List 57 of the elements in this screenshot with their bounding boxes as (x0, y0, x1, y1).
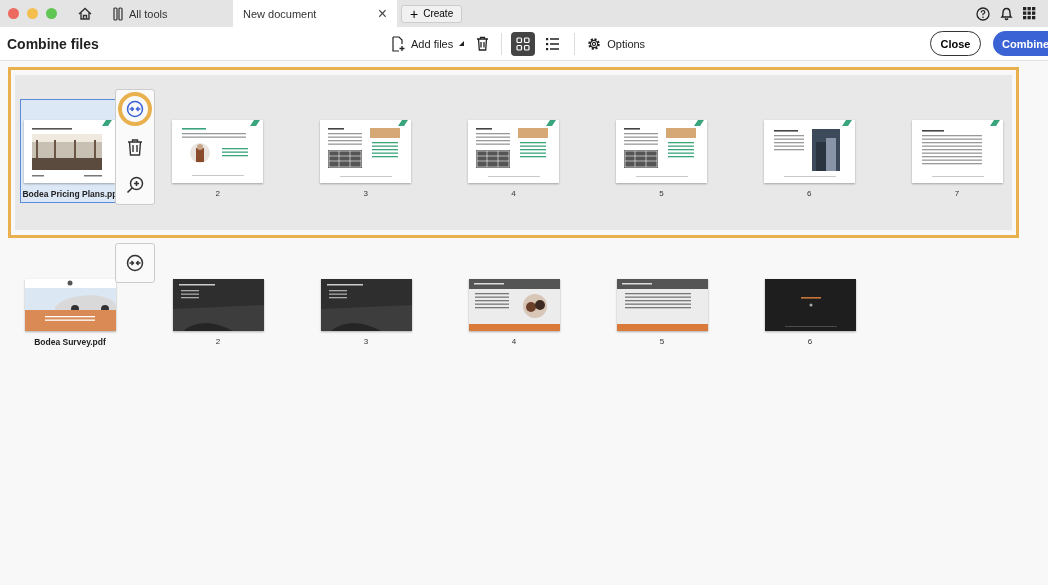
page-thumbnail[interactable] (172, 279, 264, 331)
settings-icon (587, 36, 602, 51)
page-thumbnail[interactable] (468, 279, 560, 331)
help-icon[interactable] (976, 6, 990, 21)
tab-label: All tools (129, 7, 168, 20)
list-icon (546, 36, 561, 51)
options-button[interactable]: Options (581, 31, 652, 56)
collapse-button[interactable] (118, 92, 152, 126)
page-number: 5 (659, 189, 664, 198)
page-title: Combine files (6, 35, 100, 52)
page-number: 4 (511, 337, 517, 346)
page-number: 4 (511, 189, 516, 198)
window-control-dot[interactable] (27, 8, 38, 19)
page-thumbnail[interactable] (911, 120, 1003, 183)
add-file-icon (391, 35, 405, 52)
page-number: 6 (807, 337, 813, 346)
page-thumbnail[interactable] (763, 120, 855, 183)
tab[interactable]: All tools (103, 0, 233, 27)
page-thumbnail[interactable] (468, 120, 559, 183)
close-tab-button[interactable]: × (377, 4, 387, 23)
grid-view-button[interactable] (511, 31, 536, 56)
window-control-dot[interactable] (46, 8, 57, 19)
collapse-pages-icon (126, 254, 144, 272)
dropdown-corner-icon (459, 41, 465, 46)
page-number: 2 (215, 337, 221, 346)
page-thumbnail[interactable] (24, 120, 116, 183)
file-name: Bodea Survey.pdf (34, 337, 106, 347)
create-button[interactable]: + Create (401, 4, 463, 23)
page-thumbnail[interactable] (320, 120, 412, 183)
page-number: 7 (954, 189, 960, 198)
notification-bell-icon[interactable] (1000, 6, 1013, 21)
combine-button[interactable]: Combine (993, 31, 1048, 56)
page-thumbnail[interactable] (24, 279, 116, 331)
page-number: 3 (363, 337, 369, 346)
page-number: 5 (659, 337, 665, 346)
trash-icon (126, 138, 144, 156)
page-number: 6 (807, 189, 812, 198)
trash-icon (476, 36, 490, 51)
tab-label: New document (243, 7, 317, 20)
grid-icon (516, 36, 531, 51)
page-thumbnail[interactable] (764, 279, 856, 331)
page-thumbnail[interactable] (616, 279, 708, 331)
collapse-pages-icon (126, 100, 144, 118)
zoom-in-icon (126, 176, 144, 194)
page-thumbnail[interactable] (320, 279, 412, 331)
page-number: 2 (215, 189, 220, 198)
page-number: 3 (363, 189, 368, 198)
file-name: Bodea Pricing Plans.pp (22, 189, 118, 199)
tab[interactable]: New document × (233, 0, 397, 27)
window-control-dot[interactable] (8, 8, 19, 19)
apps-grid-icon[interactable] (1023, 7, 1036, 20)
home-icon[interactable] (78, 7, 92, 20)
close-button[interactable]: Close (930, 31, 981, 56)
add-files-button[interactable]: Add files (385, 31, 471, 56)
tools-icon (113, 6, 123, 21)
page-thumbnail[interactable] (172, 120, 264, 183)
page-thumbnail[interactable] (615, 120, 707, 183)
